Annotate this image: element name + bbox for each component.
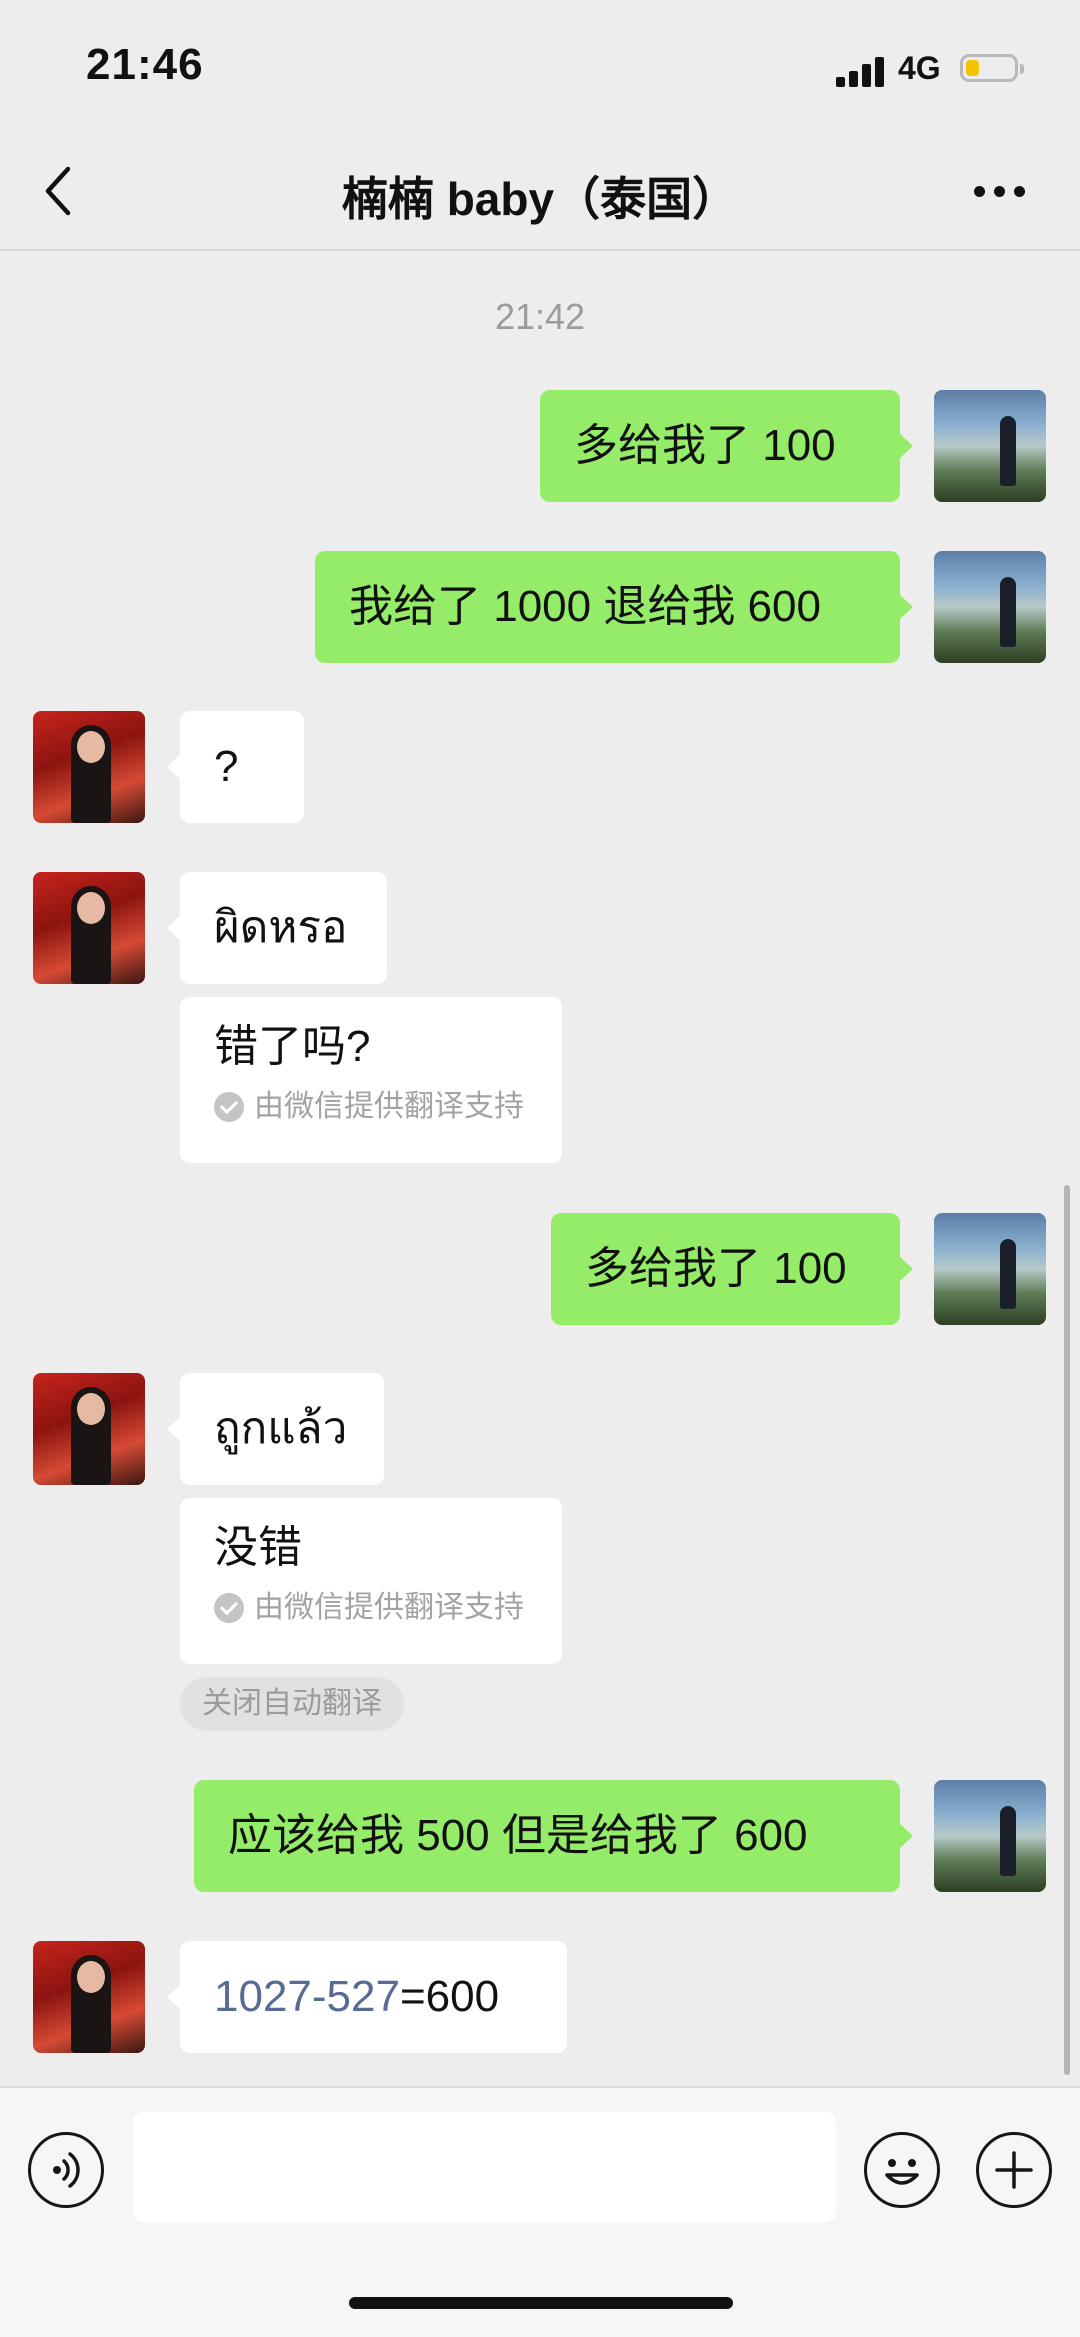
check-icon: [214, 1593, 244, 1623]
avatar-contact[interactable]: [33, 872, 145, 984]
message-bubble-received[interactable]: ถูกแล้ว: [167, 1373, 384, 1485]
avatar-me[interactable]: [934, 1213, 1046, 1325]
avatar-contact[interactable]: [33, 1941, 145, 2053]
plus-button[interactable]: [976, 2132, 1052, 2208]
voice-button[interactable]: [28, 2132, 104, 2208]
message-bubble-received[interactable]: ?: [167, 711, 304, 823]
voice-icon: [53, 2152, 80, 2188]
home-indicator[interactable]: [349, 2297, 733, 2309]
emoji-icon: [885, 2159, 919, 2185]
translation-text: 没错: [214, 1523, 302, 1572]
translation-note-text: 由微信提供翻译支持: [254, 1090, 524, 1123]
network-type: 4G: [898, 50, 941, 86]
message-bubble-sent[interactable]: 应该给我 500 但是给我了 600: [194, 1780, 913, 1892]
message-text: =600: [399, 1972, 500, 2021]
chat-timestamp: 21:42: [494, 296, 586, 337]
status-time: 21:46: [86, 40, 204, 89]
translation-card[interactable]: 没错 由微信提供翻译支持: [180, 1498, 562, 1664]
message-bubble-received[interactable]: ผิดหรอ: [167, 872, 387, 984]
avatar-me[interactable]: [934, 551, 1046, 663]
chat-title: 楠楠 baby（泰国）: [341, 173, 739, 225]
detected-number-link[interactable]: 1027-527: [214, 1972, 400, 2021]
message-bubble-sent[interactable]: 多给我了 100: [540, 390, 913, 502]
avatar-contact[interactable]: [33, 711, 145, 823]
more-button[interactable]: [970, 171, 1030, 211]
avatar-contact[interactable]: [33, 1373, 145, 1485]
close-auto-translate-button[interactable]: 关闭自动翻译: [180, 1677, 404, 1731]
message-input[interactable]: [133, 2112, 836, 2222]
avatar-me[interactable]: [934, 390, 1046, 502]
signal-icon: [836, 55, 888, 87]
battery-icon: [960, 54, 1024, 82]
message-bubble-sent[interactable]: 多给我了 100: [551, 1213, 913, 1325]
avatar-me[interactable]: [934, 1780, 1046, 1892]
translation-card[interactable]: 错了吗? 由微信提供翻译支持: [180, 997, 562, 1163]
more-icon: [974, 186, 985, 197]
plus-icon: [995, 2151, 1033, 2189]
translation-note: 由微信提供翻译支持: [214, 1588, 528, 1628]
check-icon: [214, 1092, 244, 1122]
translation-note-text: 由微信提供翻译支持: [254, 1591, 524, 1624]
scrollbar[interactable]: [1064, 1185, 1070, 2075]
message-bubble-received[interactable]: 1027-527=600: [167, 1941, 567, 2053]
emoji-button[interactable]: [864, 2132, 940, 2208]
translation-note: 由微信提供翻译支持: [214, 1087, 528, 1127]
translation-text: 错了吗?: [214, 1022, 371, 1071]
message-bubble-sent[interactable]: 我给了 1000 退给我 600: [315, 551, 913, 663]
status-bar: 21:46 4G: [0, 0, 1080, 135]
nav-bar: 楠楠 baby（泰国）: [0, 135, 1080, 251]
